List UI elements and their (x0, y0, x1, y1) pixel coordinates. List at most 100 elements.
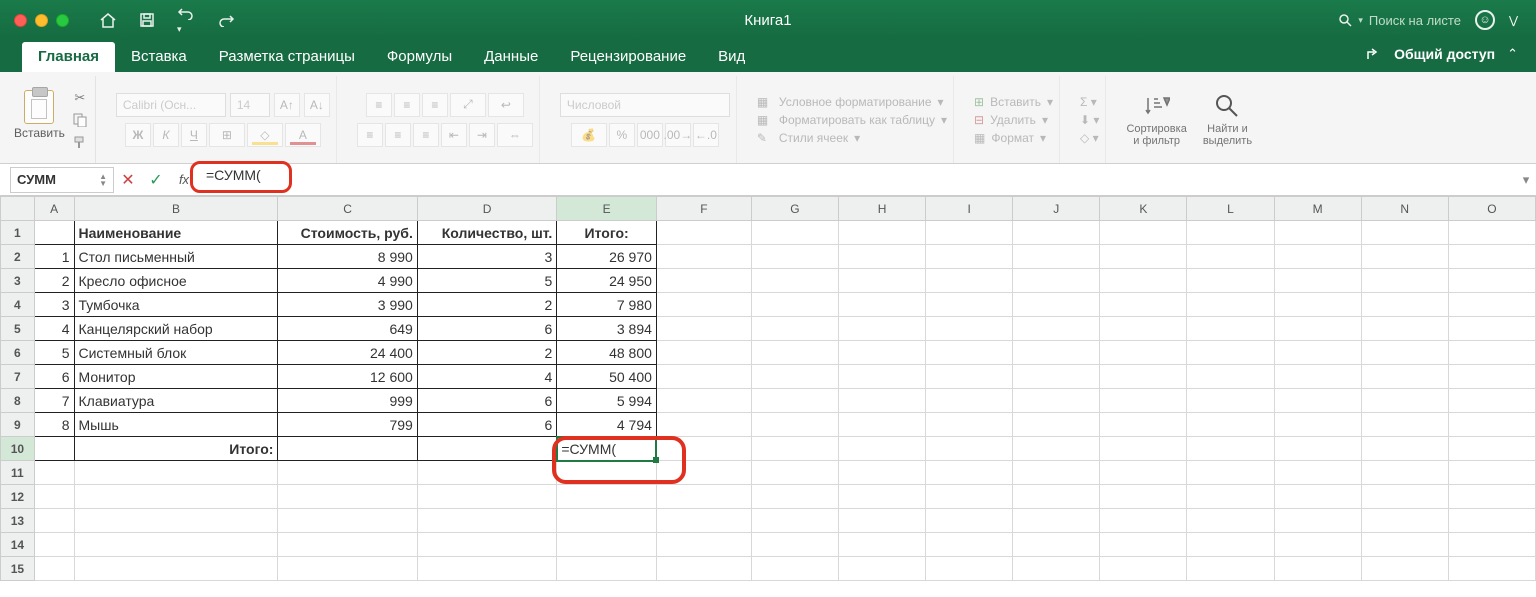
currency-icon[interactable]: 💰 (571, 123, 607, 147)
cell-J11[interactable] (1013, 461, 1100, 485)
cell-M15[interactable] (1274, 557, 1361, 581)
cell-L10[interactable] (1187, 437, 1274, 461)
cell-A5[interactable]: 4 (34, 317, 74, 341)
row-header-12[interactable]: 12 (1, 485, 35, 509)
cell-J15[interactable] (1013, 557, 1100, 581)
cell-O7[interactable] (1448, 365, 1535, 389)
tab-home[interactable]: Главная (22, 42, 115, 72)
cell-N15[interactable] (1361, 557, 1448, 581)
number-format-combo[interactable]: Числовой (560, 93, 730, 117)
cell-J13[interactable] (1013, 509, 1100, 533)
tab-review[interactable]: Рецензирование (554, 42, 702, 72)
cell-I4[interactable] (926, 293, 1013, 317)
col-header-O[interactable]: O (1448, 197, 1535, 221)
cell-G12[interactable] (751, 485, 838, 509)
col-header-J[interactable]: J (1013, 197, 1100, 221)
cell-M2[interactable] (1274, 245, 1361, 269)
cell-O5[interactable] (1448, 317, 1535, 341)
cell-A1[interactable] (34, 221, 74, 245)
cell-N5[interactable] (1361, 317, 1448, 341)
cell-A13[interactable] (34, 509, 74, 533)
cell-L5[interactable] (1187, 317, 1274, 341)
cell-D12[interactable] (417, 485, 556, 509)
decrease-font-icon[interactable]: A↓ (304, 93, 330, 117)
format-painter-icon[interactable] (71, 134, 89, 150)
cell-D8[interactable]: 6 (417, 389, 556, 413)
cell-H10[interactable] (839, 437, 926, 461)
cell-D6[interactable]: 2 (417, 341, 556, 365)
col-header-G[interactable]: G (751, 197, 838, 221)
cell-I1[interactable] (926, 221, 1013, 245)
row-header-7[interactable]: 7 (1, 365, 35, 389)
cell-M6[interactable] (1274, 341, 1361, 365)
cell-F2[interactable] (656, 245, 751, 269)
minimize-window-button[interactable] (35, 14, 48, 27)
cell-D11[interactable] (417, 461, 556, 485)
conditional-formatting-button[interactable]: ▦Условное форматирование ▾ (757, 95, 947, 109)
search-box[interactable]: ▾ Поиск на листе (1338, 13, 1461, 28)
cell-N1[interactable] (1361, 221, 1448, 245)
cell-A10[interactable] (34, 437, 74, 461)
indent-increase-icon[interactable]: ⇥ (469, 123, 495, 147)
cell-F5[interactable] (656, 317, 751, 341)
cell-C6[interactable]: 24 400 (278, 341, 417, 365)
cell-M9[interactable] (1274, 413, 1361, 437)
cell-B6[interactable]: Системный блок (74, 341, 278, 365)
cell-N9[interactable] (1361, 413, 1448, 437)
cell-J7[interactable] (1013, 365, 1100, 389)
cell-G7[interactable] (751, 365, 838, 389)
cell-F9[interactable] (656, 413, 751, 437)
cell-H1[interactable] (839, 221, 926, 245)
row-header-11[interactable]: 11 (1, 461, 35, 485)
cell-F8[interactable] (656, 389, 751, 413)
cell-K2[interactable] (1100, 245, 1187, 269)
cell-C15[interactable] (278, 557, 417, 581)
cell-H15[interactable] (839, 557, 926, 581)
col-header-A[interactable]: A (34, 197, 74, 221)
cell-B9[interactable]: Мышь (74, 413, 278, 437)
indent-decrease-icon[interactable]: ⇤ (441, 123, 467, 147)
cell-G2[interactable] (751, 245, 838, 269)
cell-G5[interactable] (751, 317, 838, 341)
cell-B2[interactable]: Стол письменный (74, 245, 278, 269)
cut-icon[interactable]: ✂ (71, 90, 89, 106)
tab-view[interactable]: Вид (702, 42, 761, 72)
cell-D2[interactable]: 3 (417, 245, 556, 269)
row-header-14[interactable]: 14 (1, 533, 35, 557)
cell-H8[interactable] (839, 389, 926, 413)
cell-I2[interactable] (926, 245, 1013, 269)
increase-font-icon[interactable]: A↑ (274, 93, 300, 117)
cell-D5[interactable]: 6 (417, 317, 556, 341)
cell-L14[interactable] (1187, 533, 1274, 557)
cell-O3[interactable] (1448, 269, 1535, 293)
cell-O1[interactable] (1448, 221, 1535, 245)
cell-I7[interactable] (926, 365, 1013, 389)
col-header-C[interactable]: C (278, 197, 417, 221)
cell-C4[interactable]: 3 990 (278, 293, 417, 317)
cell-E12[interactable] (557, 485, 657, 509)
cancel-formula-button[interactable]: ✕ (114, 167, 142, 193)
cell-G4[interactable] (751, 293, 838, 317)
tab-data[interactable]: Данные (468, 42, 554, 72)
cell-N6[interactable] (1361, 341, 1448, 365)
cell-O11[interactable] (1448, 461, 1535, 485)
cell-C14[interactable] (278, 533, 417, 557)
cell-B4[interactable]: Тумбочка (74, 293, 278, 317)
save-icon[interactable] (139, 12, 155, 28)
col-header-N[interactable]: N (1361, 197, 1448, 221)
cell-O15[interactable] (1448, 557, 1535, 581)
cell-G10[interactable] (751, 437, 838, 461)
align-top-icon[interactable]: ≡ (366, 93, 392, 117)
cell-D1[interactable]: Количество, шт. (417, 221, 556, 245)
cell-N14[interactable] (1361, 533, 1448, 557)
cell-J3[interactable] (1013, 269, 1100, 293)
name-box-spinner-icon[interactable]: ▲▼ (99, 173, 107, 187)
cell-A14[interactable] (34, 533, 74, 557)
cell-F1[interactable] (656, 221, 751, 245)
cell-H5[interactable] (839, 317, 926, 341)
cell-G8[interactable] (751, 389, 838, 413)
align-middle-icon[interactable]: ≡ (394, 93, 420, 117)
tab-insert[interactable]: Вставка (115, 42, 203, 72)
cell-M8[interactable] (1274, 389, 1361, 413)
fill-button[interactable]: ⬇ ▾ (1080, 113, 1099, 127)
